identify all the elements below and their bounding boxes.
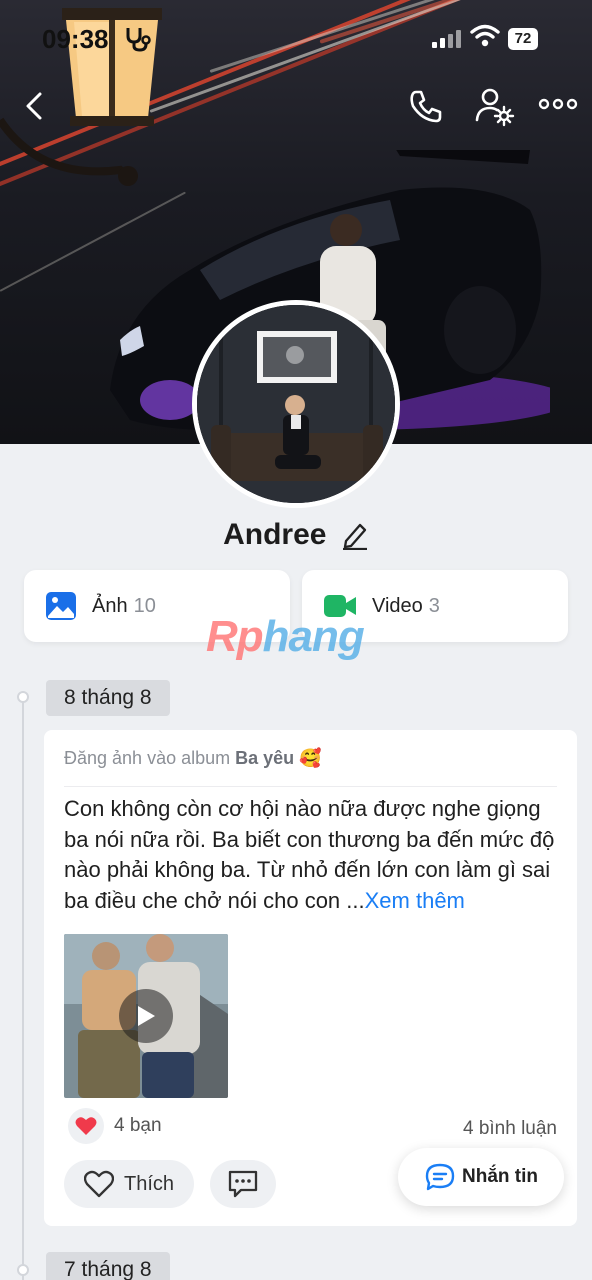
chevron-left-icon[interactable]: [16, 86, 56, 126]
like-label: Thích: [124, 1172, 175, 1195]
post-meta: Đăng ảnh vào album Ba yêu 🥰: [64, 748, 322, 768]
status-bar: 09:38 72: [0, 0, 592, 80]
play-icon[interactable]: [119, 989, 173, 1043]
see-more-link[interactable]: Xem thêm: [365, 888, 465, 913]
post-text: Con không còn cơ hội nào nữa được nghe g…: [64, 796, 555, 913]
user-settings-icon[interactable]: [472, 84, 516, 128]
comment-icon: [228, 1170, 258, 1198]
photos-count: 10: [133, 594, 156, 617]
stethoscope-icon: [126, 28, 151, 52]
heart-icon: [68, 1108, 104, 1144]
album-link[interactable]: Ba yêu: [235, 748, 294, 768]
message-button[interactable]: Nhắn tin: [398, 1148, 564, 1206]
avatar[interactable]: [192, 300, 400, 508]
image-icon: [46, 592, 76, 620]
message-label: Nhắn tin: [462, 1166, 538, 1187]
more-horizontal-icon[interactable]: [536, 88, 580, 120]
profile-name-row: Andree: [0, 518, 592, 552]
reaction-count: 4 bạn: [114, 1115, 162, 1136]
signal-icon: [432, 30, 461, 48]
date-chip: 7 tháng 8: [46, 1252, 170, 1280]
reactions-summary[interactable]: 4 bạn: [68, 1108, 162, 1144]
chat-bubble-icon: [425, 1163, 455, 1191]
videos-label: Video: [372, 594, 423, 617]
date-chip: 8 tháng 8: [46, 680, 170, 716]
pencil-icon[interactable]: [341, 520, 369, 550]
like-button[interactable]: Thích: [64, 1160, 194, 1208]
watermark-logo: Rphang: [206, 612, 365, 661]
timeline-line: [22, 700, 24, 1280]
photos-label: Ảnh: [92, 594, 128, 617]
timeline-dot: [17, 1264, 29, 1276]
video-thumbnail[interactable]: [64, 934, 228, 1098]
phone-icon[interactable]: [406, 86, 446, 126]
timeline-dot: [17, 691, 29, 703]
profile-name: Andree: [223, 518, 327, 551]
comment-count[interactable]: 4 bình luận: [463, 1118, 557, 1140]
status-time: 09:38: [42, 24, 109, 54]
divider: [64, 786, 557, 787]
wifi-icon: [470, 24, 500, 47]
comment-button[interactable]: [210, 1160, 276, 1208]
videos-count: 3: [428, 594, 440, 617]
battery-indicator: 72: [508, 28, 538, 50]
heart-outline-icon: [84, 1170, 114, 1198]
